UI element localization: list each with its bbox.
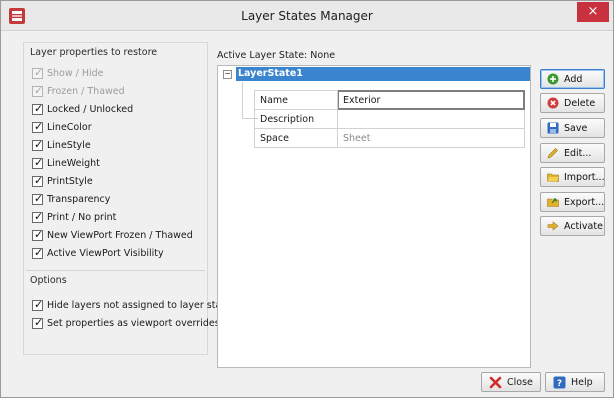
tree-connector — [242, 82, 243, 118]
export-button[interactable]: Export... — [540, 192, 605, 212]
edit-button-label: Edit... — [564, 147, 592, 159]
activate-button[interactable]: Activate — [540, 216, 605, 236]
help-button[interactable]: ? Help — [545, 372, 605, 392]
restore-properties-panel: Layer properties to restore Show / Hide … — [23, 42, 231, 355]
space-value: Sheet — [337, 128, 525, 148]
delete-icon — [547, 97, 559, 109]
edit-button[interactable]: Edit... — [540, 143, 605, 163]
svg-text:?: ? — [557, 379, 562, 389]
property-key: Name — [254, 90, 338, 110]
name-field[interactable]: Exterior — [337, 90, 525, 110]
checkbox-label: Frozen / Thawed — [47, 85, 125, 97]
group-divider — [26, 270, 205, 271]
save-icon — [547, 122, 559, 134]
tree-node-layerstate1[interactable]: LayerState1 — [236, 67, 530, 81]
checkbox-label: Active ViewPort Visibility — [47, 247, 164, 259]
add-icon — [547, 73, 559, 85]
checkbox-transparency[interactable]: Transparency — [32, 192, 110, 206]
delete-button[interactable]: Delete — [540, 93, 605, 113]
save-button-label: Save — [564, 122, 588, 134]
checkbox-print-noprint[interactable]: Print / No print — [32, 210, 116, 224]
layer-states-manager-dialog: Layer States Manager × Layer properties … — [0, 0, 614, 398]
checkbox-box[interactable] — [32, 316, 43, 329]
checkbox-locked-unlocked[interactable]: Locked / Unlocked — [32, 102, 133, 116]
close-button-label: Close — [507, 376, 533, 388]
activate-button-label: Activate — [564, 220, 603, 232]
folder-open-icon — [547, 171, 559, 183]
checkbox-new-viewport-frozen[interactable]: New ViewPort Frozen / Thawed — [32, 228, 193, 242]
checkbox-frozen-thawed[interactable]: Frozen / Thawed — [32, 84, 125, 98]
collapse-icon[interactable]: − — [223, 70, 232, 79]
checkbox-label: Hide layers not assigned to layer state — [47, 299, 231, 311]
property-key: Description — [254, 109, 338, 129]
checkbox-label: Transparency — [47, 193, 111, 205]
checkbox-box[interactable] — [32, 102, 43, 115]
checkbox-box[interactable] — [32, 156, 43, 169]
property-key: Space — [254, 128, 338, 148]
checkbox-linestyle[interactable]: LineStyle — [32, 138, 91, 152]
folder-export-icon — [547, 196, 559, 208]
restore-group-label: Layer properties to restore — [30, 47, 158, 58]
close-icon — [489, 376, 502, 389]
checkbox-label: Set properties as viewport overrides — [47, 317, 220, 329]
property-row-description: Description — [254, 109, 525, 129]
checkbox-box[interactable] — [32, 192, 43, 205]
checkbox-box[interactable] — [32, 246, 43, 259]
layer-state-properties: Name Exterior Description Space Sheet — [254, 90, 525, 148]
checkbox-label: Print / No print — [47, 211, 117, 223]
checkbox-box[interactable] — [32, 138, 43, 151]
help-button-label: Help — [571, 376, 593, 388]
checkbox-linecolor[interactable]: LineColor — [32, 120, 92, 134]
checkbox-printstyle[interactable]: PrintStyle — [32, 174, 93, 188]
import-button-label: Import... — [564, 171, 605, 183]
checkbox-label: PrintStyle — [47, 175, 93, 187]
import-button[interactable]: Import... — [540, 167, 605, 187]
add-button[interactable]: Add — [540, 69, 605, 89]
options-group-label: Options — [30, 275, 67, 286]
checkbox-hide-unassigned-layers[interactable]: Hide layers not assigned to layer state — [32, 298, 231, 312]
checkbox-label: New ViewPort Frozen / Thawed — [47, 229, 193, 241]
active-layer-state-label: Active Layer State: — [217, 50, 308, 61]
window-title: Layer States Manager — [241, 9, 373, 23]
add-button-label: Add — [564, 73, 583, 85]
checkbox-label: LineColor — [47, 121, 92, 133]
checkbox-show-hide[interactable]: Show / Hide — [32, 66, 104, 80]
window-close-button[interactable]: × — [577, 2, 609, 22]
checkbox-box[interactable] — [32, 298, 43, 311]
property-row-space: Space Sheet — [254, 128, 525, 148]
close-button[interactable]: Close — [481, 372, 541, 392]
checkbox-label: Show / Hide — [47, 67, 104, 79]
edit-icon — [547, 147, 559, 159]
save-button[interactable]: Save — [540, 118, 605, 138]
title-bar: Layer States Manager × — [1, 1, 613, 31]
export-button-label: Export... — [564, 196, 605, 208]
checkbox-box[interactable] — [32, 120, 43, 133]
checkbox-box[interactable] — [32, 228, 43, 241]
checkbox-box[interactable] — [32, 174, 43, 187]
layer-states-tree[interactable]: − LayerState1 Name Exterior Description … — [217, 65, 531, 368]
description-field[interactable] — [337, 109, 525, 129]
checkbox-viewport-overrides[interactable]: Set properties as viewport overrides — [32, 316, 220, 330]
help-icon: ? — [553, 376, 566, 389]
checkbox-label: LineWeight — [47, 157, 100, 169]
checkbox-label: LineStyle — [47, 139, 91, 151]
checkbox-lineweight[interactable]: LineWeight — [32, 156, 100, 170]
checkbox-active-viewport-visibility[interactable]: Active ViewPort Visibility — [32, 246, 164, 260]
property-row-name: Name Exterior — [254, 90, 525, 110]
checkbox-label: Locked / Unlocked — [47, 103, 134, 115]
active-layer-state: Active Layer State: None — [217, 50, 335, 61]
checkbox-box[interactable] — [32, 210, 43, 223]
checkbox-box[interactable] — [32, 66, 43, 79]
delete-button-label: Delete — [564, 97, 596, 109]
active-layer-state-value: None — [310, 50, 336, 61]
arrow-right-icon — [547, 220, 559, 232]
checkbox-box[interactable] — [32, 84, 43, 97]
